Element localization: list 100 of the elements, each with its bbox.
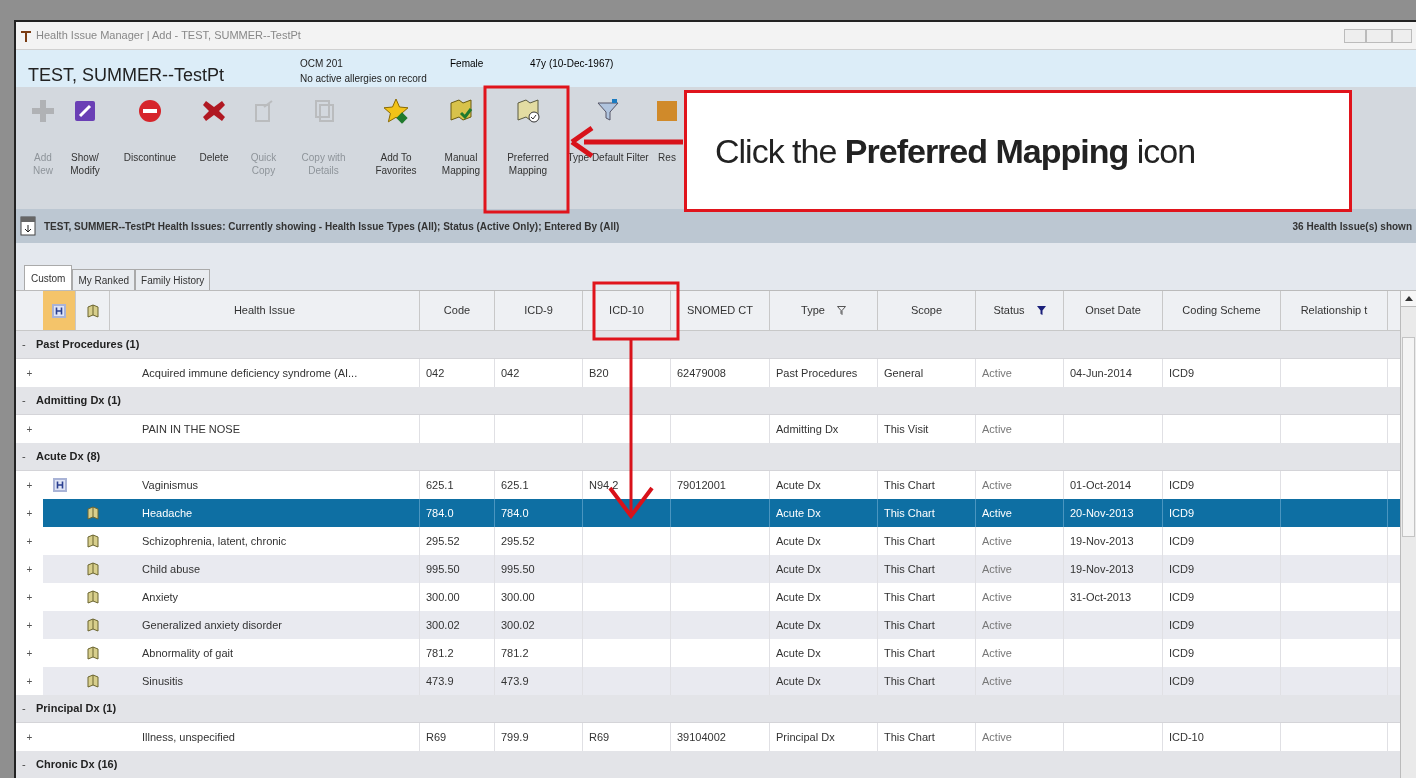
table-cell-text: ICD9 (1169, 365, 1195, 381)
column-header[interactable]: ICD-10 (583, 291, 671, 330)
scroll-thumb[interactable] (1402, 337, 1415, 537)
table-cell-text: Admitting Dx (776, 421, 839, 437)
expand-toggle[interactable]: + (26, 729, 33, 745)
group-label[interactable]: Admitting Dx (1) (36, 392, 121, 409)
table-cell-text: 19-Nov-2013 (1070, 533, 1134, 549)
group-label[interactable]: Principal Dx (1) (36, 700, 117, 717)
table-cell-text: 39104002 (677, 729, 726, 745)
table-cell-text: 042 (426, 365, 445, 381)
tab[interactable]: My Ranked (72, 269, 136, 290)
table-cell-text: Active (982, 617, 1012, 633)
table-cell-text: Acute Dx (776, 589, 821, 605)
column-header[interactable]: Type (770, 291, 878, 330)
table-cell-text: This Chart (884, 505, 935, 521)
table-cell-text: 19-Nov-2013 (1070, 561, 1134, 577)
table-cell-text: Child abuse (142, 561, 201, 577)
expand-toggle[interactable]: + (26, 421, 33, 437)
table-cell-text: This Chart (884, 673, 935, 689)
group-label[interactable]: Chronic Dx (16) (36, 756, 118, 773)
minimize-button[interactable] (1344, 28, 1366, 43)
tab[interactable]: Custom (24, 265, 73, 290)
table-row[interactable]: + Generalized anxiety disorder 300.02 300.02 Acute Dx This Chart Active ICD9 (16, 611, 1400, 639)
patient-sex: Female (450, 57, 485, 71)
star-icon (382, 97, 410, 125)
window-title: Health Issue Manager | Add - TEST, SUMMER--TestPt (36, 28, 301, 44)
expand-toggle[interactable]: + (26, 673, 33, 689)
close-button[interactable] (1392, 28, 1412, 43)
column-title: ICD-9 (524, 303, 553, 319)
collapse-toggle[interactable]: - (22, 392, 36, 409)
header-cell[interactable] (43, 291, 76, 330)
toolbar-button[interactable]: Res (650, 97, 684, 164)
scroll-up-button[interactable] (1401, 291, 1416, 307)
toolbar-button[interactable]: Show/ Modify (58, 97, 112, 177)
expand-toggle[interactable]: + (26, 533, 33, 549)
table-cell-text: ICD-10 (1169, 729, 1204, 745)
toolbar-button[interactable]: Manual Mapping (432, 97, 490, 177)
collapse-toggle[interactable]: - (22, 700, 36, 717)
expand-toggle[interactable]: + (26, 645, 33, 661)
table-cell-text: 79012001 (677, 477, 726, 493)
table-cell-text: 784.0 (426, 505, 454, 521)
column-title: Onset Date (1085, 303, 1141, 319)
scrollbar[interactable] (1400, 291, 1416, 778)
filter-toggle-icon[interactable] (20, 216, 36, 236)
expand-toggle[interactable]: + (26, 561, 33, 577)
column-title: Status (993, 303, 1025, 319)
table-cell-text: PAIN IN THE NOSE (142, 421, 240, 437)
column-header[interactable]: Health Issue (110, 291, 420, 330)
tab[interactable]: Family History (135, 269, 211, 290)
maximize-button[interactable] (1366, 28, 1392, 43)
table-cell-text: ICD9 (1169, 673, 1195, 689)
table-row[interactable]: + Sinusitis 473.9 473.9 Acute Dx This Chart Active ICD9 (16, 667, 1400, 695)
table-cell-text: This Chart (884, 729, 935, 745)
collapse-toggle[interactable]: - (22, 448, 36, 465)
expand-toggle[interactable]: + (26, 477, 33, 493)
table-cell-text: Active (982, 645, 1012, 661)
table-cell-text: Active (982, 421, 1012, 437)
column-title: Code (443, 303, 471, 319)
patient-name: TEST, SUMMER--TestPt (28, 64, 225, 87)
table-cell-text: 625.1 (426, 477, 454, 493)
table-row[interactable]: + Child abuse 995.50 995.50 Acute Dx This Chart Active 19-Nov-2013 ICD9 (16, 555, 1400, 583)
plus-icon (29, 97, 57, 125)
table-cell-text: 625.1 (501, 477, 529, 493)
app-icon (20, 28, 32, 43)
column-title: Relationship t (1300, 303, 1368, 319)
table-cell-text: ICD9 (1169, 505, 1195, 521)
expand-toggle[interactable]: + (26, 589, 33, 605)
toolbar-button[interactable]: Delete (188, 97, 240, 164)
column-header[interactable]: Relationship t (1281, 291, 1388, 330)
filter-icon[interactable] (836, 306, 846, 315)
expand-toggle[interactable]: + (26, 617, 33, 633)
collapse-toggle[interactable]: - (22, 756, 36, 773)
table-cell-text: ICD9 (1169, 617, 1195, 633)
table-row[interactable]: + Headache 784.0 784.0 Acute Dx This Chart Active 20-Nov-2013 ICD9 (16, 499, 1400, 527)
group-label[interactable]: Acute Dx (8) (36, 448, 101, 465)
table-cell-text: This Chart (884, 533, 935, 549)
column-header[interactable]: Coding Scheme (1163, 291, 1281, 330)
table-cell-text: Headache (142, 505, 193, 521)
table-cell-text: ICD9 (1169, 477, 1195, 493)
table-cell-text: Vaginismus (142, 477, 199, 493)
table-cell-text: Active (982, 673, 1012, 689)
column-header[interactable]: Status (976, 291, 1064, 330)
column-header[interactable]: ICD-9 (495, 291, 583, 330)
table-cell-text: Anxiety (142, 589, 179, 605)
table-cell-text: General (884, 365, 924, 381)
expand-toggle[interactable]: + (26, 505, 33, 521)
issue-count: 36 Health Issue(s) shown (1292, 219, 1412, 234)
toolbar-button[interactable]: Discontinue (112, 97, 188, 164)
toolbar-button[interactable]: Add To Favorites (360, 97, 432, 177)
expand-toggle[interactable]: + (26, 365, 33, 381)
toolbar-button[interactable]: Preferred Mapping (490, 97, 566, 177)
column-header[interactable]: Code (420, 291, 495, 330)
filter-icon[interactable] (1036, 306, 1046, 315)
table-cell-text: This Chart (884, 589, 935, 605)
column-header[interactable]: Scope (878, 291, 976, 330)
group-label[interactable]: Past Procedures (1) (36, 336, 140, 353)
column-header[interactable]: SNOMED CT (671, 291, 770, 330)
table-cell-text: Acute Dx (776, 645, 821, 661)
column-header[interactable]: Onset Date (1064, 291, 1163, 330)
collapse-toggle[interactable]: - (22, 336, 36, 353)
